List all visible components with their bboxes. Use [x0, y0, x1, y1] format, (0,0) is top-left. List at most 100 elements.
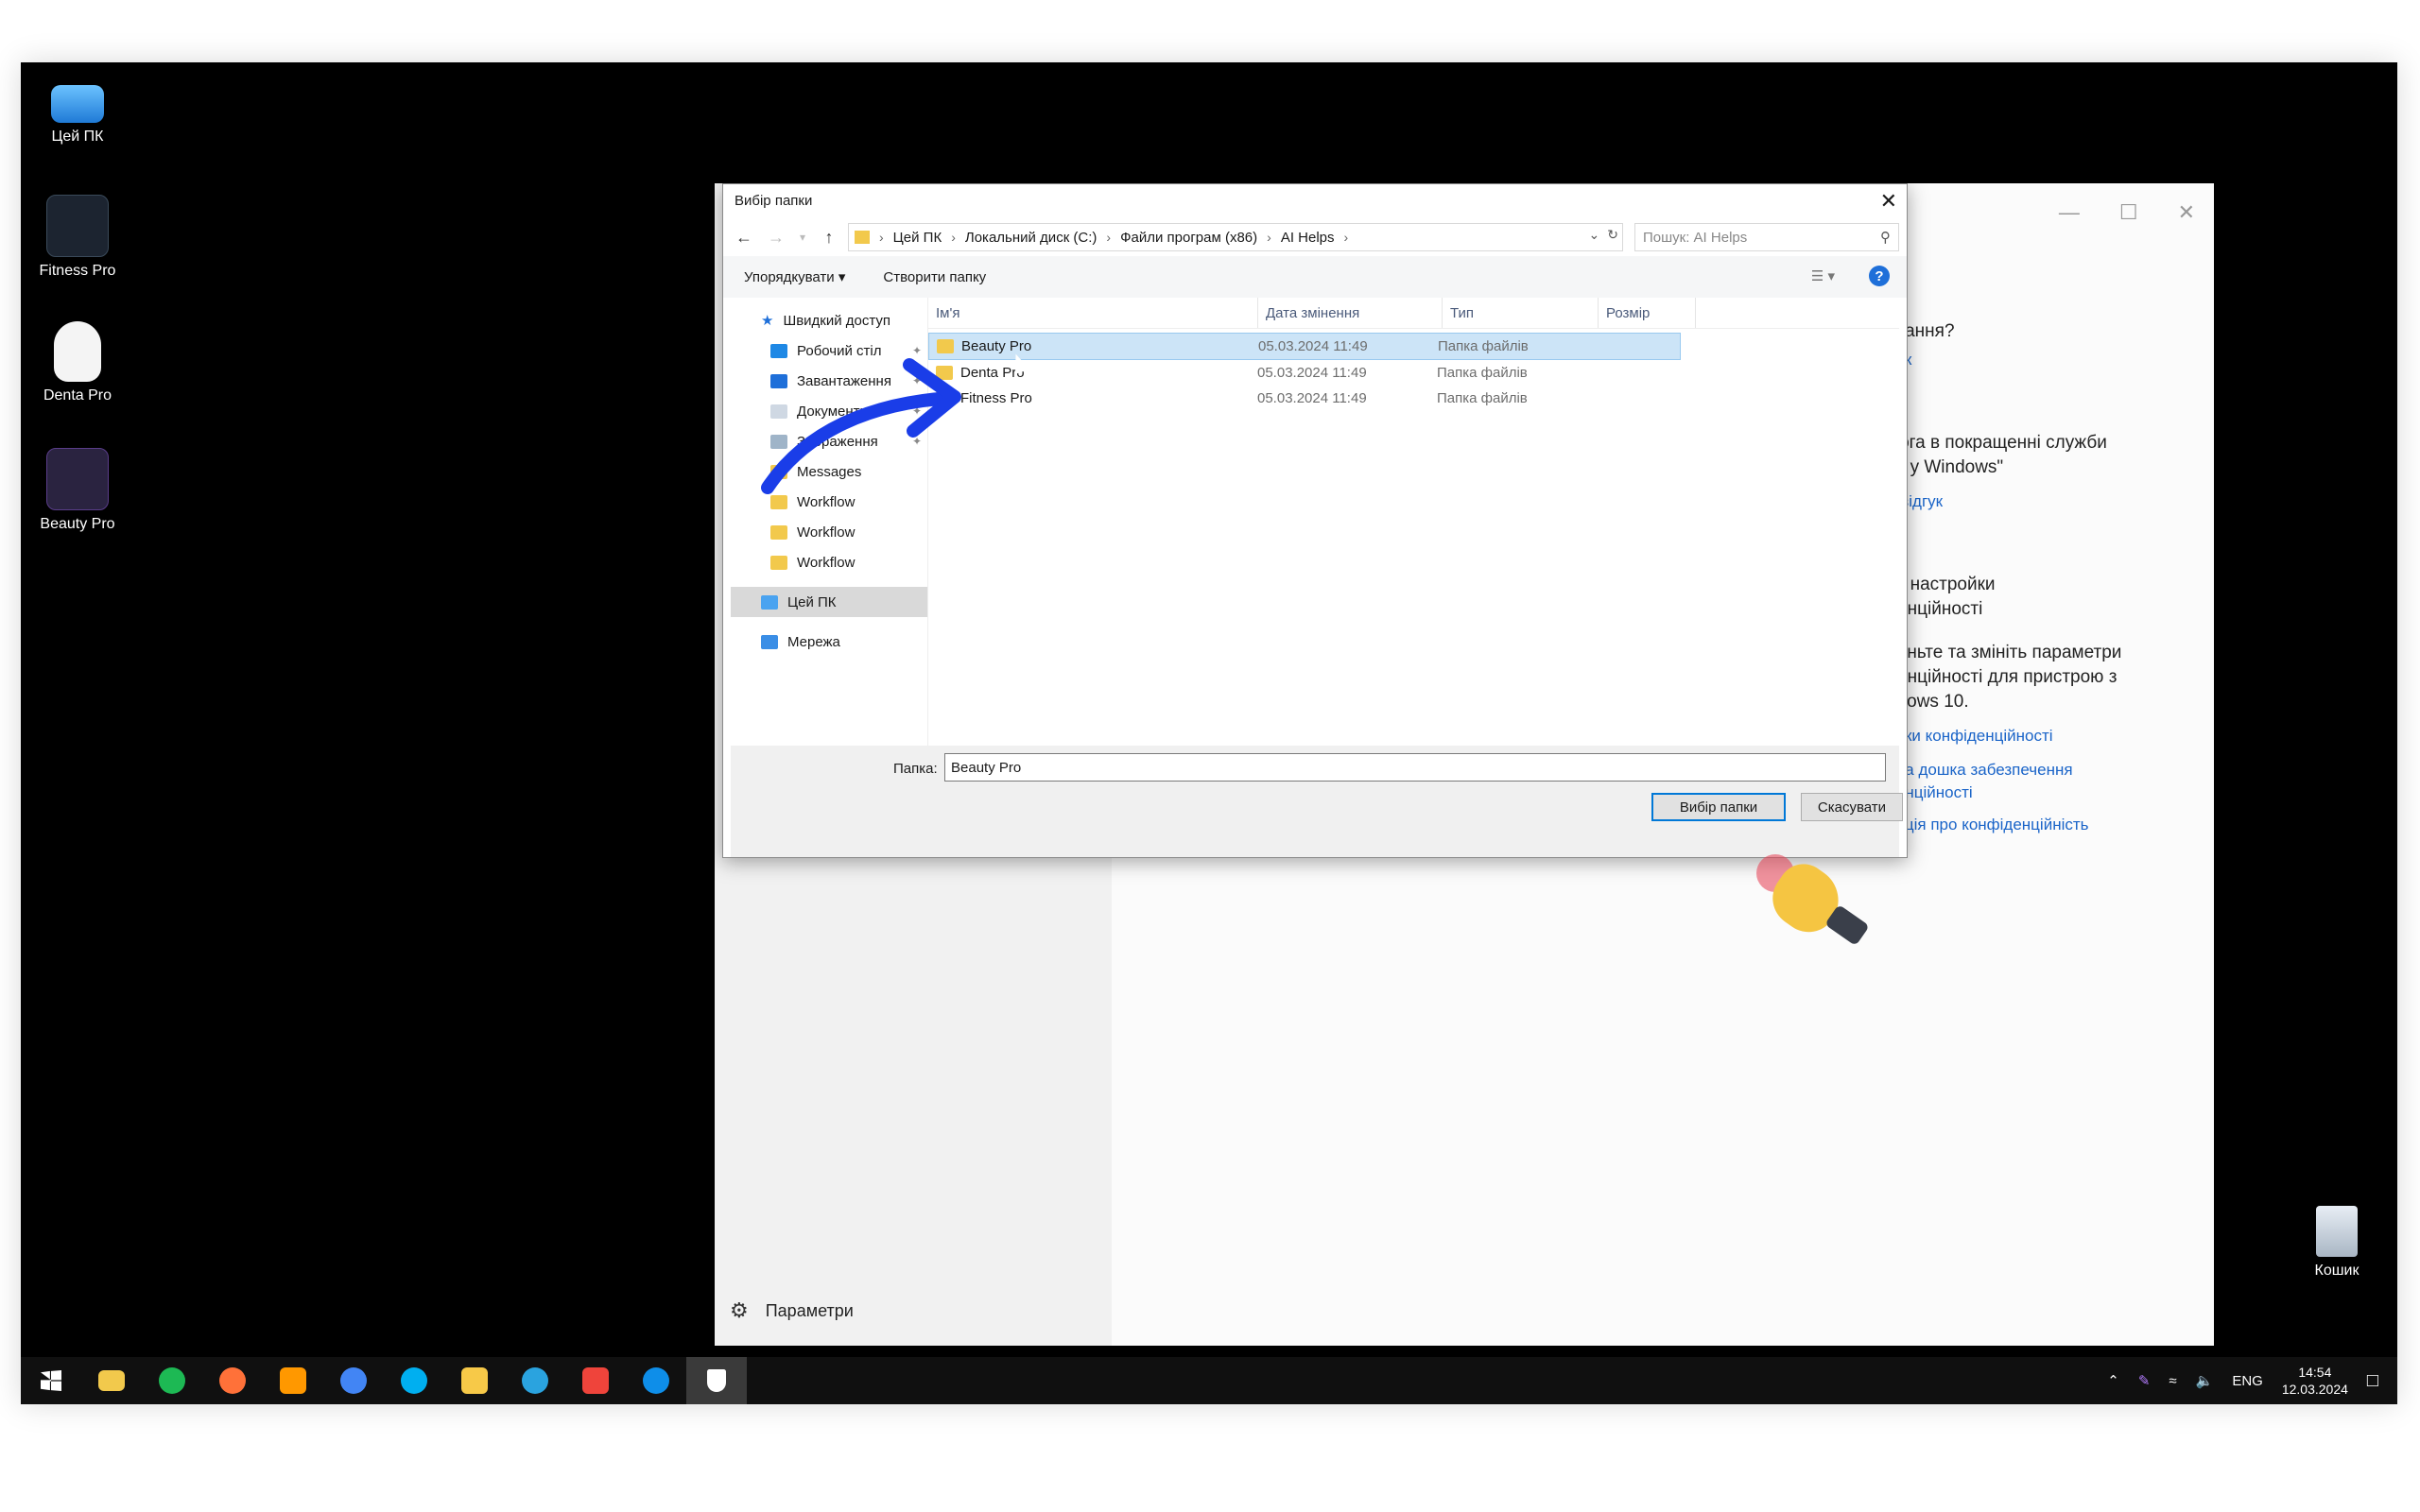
tree-item-this-pc[interactable]: Цей ПК: [731, 587, 927, 617]
tooth-app-icon: [54, 321, 101, 382]
maximize-icon[interactable]: ☐: [2119, 200, 2138, 225]
recycle-bin-icon: [2316, 1206, 2358, 1257]
anydesk-icon[interactable]: [565, 1357, 626, 1404]
cancel-button[interactable]: Скасувати: [1801, 793, 1903, 821]
wifi-icon[interactable]: ≈: [2169, 1373, 2176, 1389]
computer-icon: [51, 85, 104, 123]
system-tray: ⌃ ✎ ≈ 🔈 ENG 14:54 12.03.2024 □: [2107, 1357, 2397, 1404]
settings-text: мога в покращенні служби: [1887, 433, 2107, 453]
volume-icon[interactable]: 🔈: [2196, 1372, 2214, 1389]
column-header-type[interactable]: Тип: [1443, 298, 1599, 328]
desktop-icon-fitness-pro[interactable]: Fitness Pro: [21, 195, 134, 280]
clock-date: 12.03.2024: [2281, 1382, 2348, 1397]
settings-heading: ти настройки: [1887, 575, 1996, 594]
search-icon: ⚲: [1880, 230, 1891, 246]
desktop: Цей ПК Fitness Pro Denta Pro Beauty Pro …: [21, 62, 2397, 1404]
language-indicator[interactable]: ENG: [2232, 1373, 2263, 1389]
file-row[interactable]: Denta Pro 05.03.2024 11:49 Папка файлів: [928, 360, 1679, 386]
windows-start-icon[interactable]: [21, 1357, 81, 1404]
params-label: Параметри: [765, 1300, 854, 1320]
address-bar[interactable]: › Цей ПК › Локальний диск (C:) › Файли п…: [848, 223, 1623, 251]
computer-icon: [761, 594, 778, 610]
folder-icon: [770, 524, 787, 540]
gear-icon: ⚙: [730, 1298, 749, 1322]
settings-link[interactable]: дна дошка забезпечення: [1887, 758, 2199, 782]
fitness-app-icon: [46, 195, 109, 257]
skype-icon[interactable]: [384, 1357, 444, 1404]
file-type: Папка файлів: [1437, 390, 1528, 406]
pen-icon[interactable]: ✎: [2138, 1372, 2151, 1389]
tutorial-arrow-icon: [761, 358, 961, 494]
folder-name-input[interactable]: Beauty Pro: [944, 753, 1886, 782]
navigation-bar: ← → ▾ ↑ › Цей ПК › Локальний диск (C:) ›…: [723, 218, 1907, 256]
beauty-app-icon: [46, 448, 109, 510]
select-folder-button[interactable]: Вибір папки: [1651, 793, 1786, 821]
settings-link[interactable]: денційності: [1887, 781, 2199, 805]
desktop-icon-beauty-pro[interactable]: Beauty Pro: [21, 448, 134, 533]
breadcrumb-item[interactable]: Файли програм (x86): [1120, 230, 1257, 246]
settings-link[interactable]: и відгук: [1887, 490, 2199, 514]
close-icon[interactable]: ✕: [1880, 184, 1897, 218]
notifications-icon[interactable]: □: [2367, 1370, 2378, 1392]
column-header-size[interactable]: Розмір: [1599, 298, 1696, 328]
breadcrumb-item[interactable]: Цей ПК: [893, 230, 942, 246]
dialog-footer: Папка: Beauty Pro Вибір папки Скасувати: [731, 746, 1903, 857]
file-row[interactable]: Fitness Pro 05.03.2024 11:49 Папка файлі…: [928, 386, 1679, 411]
desktop-icon-recycle-bin[interactable]: Кошик: [2280, 1206, 2394, 1280]
dialog-toolbar: Упорядкувати ▾ Створити папку ☰ ▾ ?: [723, 256, 1907, 298]
back-arrow-icon[interactable]: ←: [731, 224, 757, 250]
notes-icon[interactable]: [444, 1357, 505, 1404]
telegram-icon[interactable]: [505, 1357, 565, 1404]
settings-text: ляньте та змініть параметри: [1887, 643, 2122, 662]
help-icon[interactable]: ?: [1869, 266, 1890, 286]
desktop-icon-denta-pro[interactable]: Denta Pro: [21, 321, 134, 404]
firefox-icon[interactable]: [202, 1357, 263, 1404]
up-arrow-icon[interactable]: ↑: [816, 224, 842, 250]
settings-nav-params[interactable]: ⚙ Параметри: [730, 1298, 854, 1323]
file-date: 05.03.2024 11:49: [1257, 390, 1367, 406]
breadcrumb-item[interactable]: AI Helps: [1281, 230, 1335, 246]
settings-heading: денційності: [1887, 599, 1983, 619]
new-folder-button[interactable]: Створити папку: [883, 269, 986, 285]
settings-text: денційності для пристрою з: [1887, 667, 2118, 687]
file-row[interactable]: Beauty Pro 05.03.2024 11:49 Папка файлів: [928, 333, 1681, 360]
settings-link[interactable]: ник: [1887, 348, 2199, 372]
window-controls: — ☐ ✕: [2059, 200, 2195, 225]
search-input[interactable]: Пошук: AI Helps ⚲: [1634, 223, 1899, 251]
column-header-date[interactable]: Дата змінення: [1258, 298, 1443, 328]
organize-menu[interactable]: Упорядкувати ▾: [744, 268, 845, 285]
view-options-icon[interactable]: ☰ ▾: [1811, 267, 1835, 284]
chevron-down-icon[interactable]: ⌄: [1589, 227, 1600, 243]
settings-text: ка у Windows": [1887, 457, 2004, 477]
forward-arrow-icon[interactable]: →: [763, 224, 789, 250]
settings-link[interactable]: ойки конфіденційності: [1887, 724, 2199, 748]
search-placeholder: Пошук: AI Helps: [1643, 229, 1748, 246]
spotify-icon[interactable]: [142, 1357, 202, 1404]
file-date: 05.03.2024 11:49: [1258, 338, 1368, 354]
dialog-title: Вибір папки: [735, 193, 813, 209]
tree-item-network[interactable]: Мережа: [731, 627, 927, 657]
desktop-icon-this-pc[interactable]: Цей ПК: [21, 76, 134, 146]
minimize-icon[interactable]: —: [2059, 200, 2080, 225]
folder-icon: [770, 555, 787, 570]
file-list: Ім'я Дата змінення Тип Розмір Beauty Pro…: [928, 298, 1899, 744]
recent-chevron-icon[interactable]: ▾: [795, 224, 810, 250]
clock[interactable]: 14:54 12.03.2024: [2282, 1364, 2348, 1398]
refresh-icon[interactable]: ↻: [1607, 227, 1618, 243]
settings-link[interactable]: рація про конфіденційність: [1887, 813, 2199, 837]
settings-text: ndows 10.: [1887, 692, 1969, 712]
file-explorer-icon[interactable]: [81, 1357, 142, 1404]
sublime-icon[interactable]: [263, 1357, 323, 1404]
chrome-icon[interactable]: [323, 1357, 384, 1404]
security-icon[interactable]: [686, 1357, 747, 1404]
taskbar: ⌃ ✎ ≈ 🔈 ENG 14:54 12.03.2024 □: [21, 1357, 2397, 1404]
file-type: Папка файлів: [1437, 365, 1528, 381]
breadcrumb-item[interactable]: Локальний диск (C:): [965, 230, 1098, 246]
close-icon[interactable]: ✕: [2178, 200, 2195, 225]
tree-item-workflow[interactable]: Workflow: [731, 547, 927, 577]
chevron-up-icon[interactable]: ⌃: [2107, 1372, 2119, 1389]
file-date: 05.03.2024 11:49: [1257, 365, 1367, 381]
file-type: Папка файлів: [1438, 338, 1529, 354]
settings-text: итання?: [1887, 321, 1955, 341]
teamviewer-icon[interactable]: [626, 1357, 686, 1404]
